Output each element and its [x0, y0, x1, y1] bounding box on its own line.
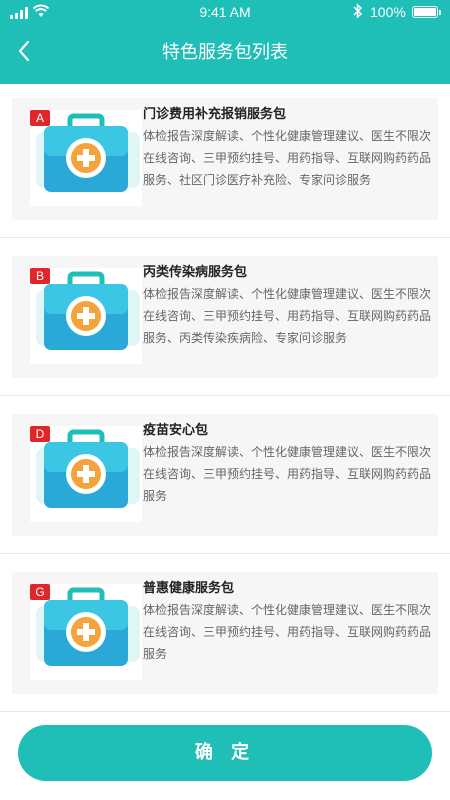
- battery-percent: 100%: [370, 4, 406, 20]
- package-description: 体检报告深度解读、个性化健康管理建议、医生不限次在线咨询、三甲预约挂号、用药指导…: [143, 445, 432, 503]
- package-title: 丙类传染病服务包: [143, 265, 248, 280]
- package-title: 疫苗安心包: [143, 423, 209, 438]
- package-thumbnail: G: [30, 584, 142, 680]
- package-title: 普惠健康服务包: [143, 581, 235, 596]
- package-description: 体检报告深度解读、个性化健康管理建议、医生不限次在线咨询、三甲预约挂号、用药指导…: [143, 287, 432, 345]
- package-title: 门诊费用补充报销服务包: [143, 107, 287, 122]
- package-thumbnail: A: [30, 110, 142, 206]
- package-badge: A: [30, 110, 50, 126]
- package-card[interactable]: A 门诊费用补充报销服务包 体检报告深度解读、个性化健康管理建议、医生不限次在线…: [0, 98, 450, 238]
- bluetooth-icon: [353, 3, 363, 19]
- battery-icon: [412, 6, 441, 18]
- package-card[interactable]: D 疫苗安心包 体检报告深度解读、个性化健康管理建议、医生不限次在线咨询、三甲预…: [0, 414, 450, 554]
- package-card[interactable]: B 丙类传染病服务包 体检报告深度解读、个性化健康管理建议、医生不限次在线咨询、…: [0, 256, 450, 396]
- package-badge: D: [30, 426, 50, 442]
- package-description: 体检报告深度解读、个性化健康管理建议、医生不限次在线咨询、三甲预约挂号、用药指导…: [143, 129, 432, 187]
- page-title: 特色服务包列表: [162, 42, 288, 63]
- package-badge: G: [30, 584, 50, 600]
- package-thumbnail: D: [30, 426, 142, 522]
- package-card[interactable]: G 普惠健康服务包 体检报告深度解读、个性化健康管理建议、医生不限次在线咨询、三…: [0, 572, 450, 712]
- header: 9:41 AM 100% 特色服务包列表: [0, 0, 450, 84]
- package-badge: B: [30, 268, 50, 284]
- confirm-button[interactable]: 确 定: [18, 725, 432, 781]
- package-thumbnail: B: [30, 268, 142, 364]
- package-list: A 门诊费用补充报销服务包 体检报告深度解读、个性化健康管理建议、医生不限次在线…: [0, 98, 450, 730]
- package-description: 体检报告深度解读、个性化健康管理建议、医生不限次在线咨询、三甲预约挂号、用药指导…: [143, 603, 432, 661]
- nav-bar: 特色服务包列表: [0, 26, 450, 76]
- status-bar: 9:41 AM 100%: [0, 0, 450, 26]
